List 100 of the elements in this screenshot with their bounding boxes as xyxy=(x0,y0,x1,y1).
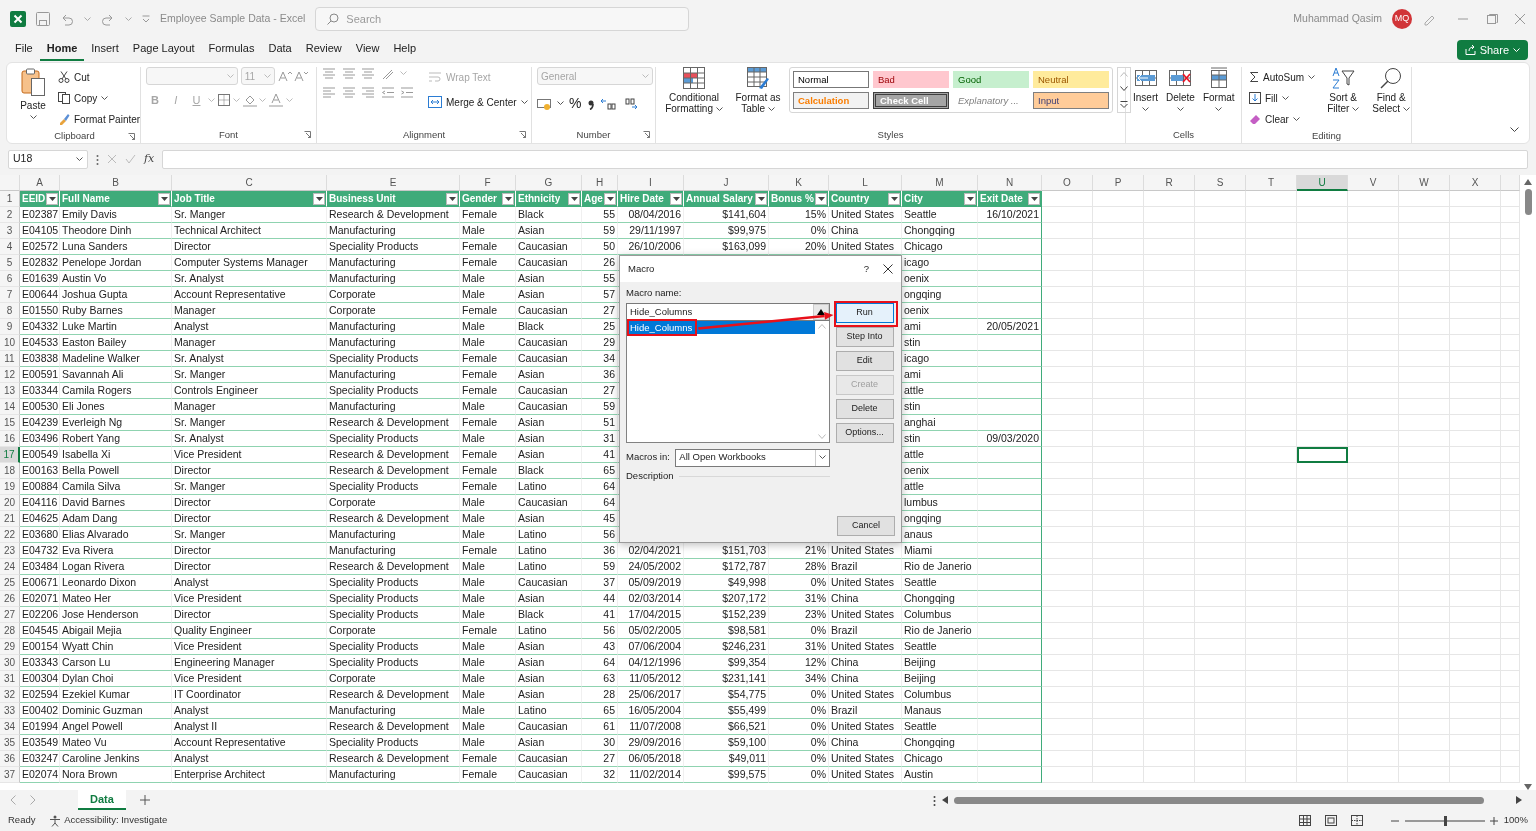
find-select-button[interactable]: Find & Select xyxy=(1369,67,1414,129)
percent-style-button[interactable]: % xyxy=(569,93,582,114)
row-number[interactable]: 35 xyxy=(0,735,20,751)
filter-button[interactable] xyxy=(888,192,900,205)
row-number[interactable]: 13 xyxy=(0,383,20,399)
column-header[interactable]: G xyxy=(516,175,582,191)
row-number[interactable]: 33 xyxy=(0,703,20,719)
row-number[interactable]: 34 xyxy=(0,719,20,735)
filter-button[interactable] xyxy=(46,192,58,205)
macro-name-field[interactable]: Hide_Columns xyxy=(626,303,830,321)
scroll-up-icon[interactable] xyxy=(1524,179,1532,185)
column-header[interactable]: K xyxy=(769,175,829,191)
cell-style[interactable]: Neutral xyxy=(1033,71,1109,88)
column-header[interactable]: E xyxy=(327,175,460,191)
accessibility-status[interactable]: Accessibility: Investigate xyxy=(64,813,168,828)
menu-tab[interactable]: Review xyxy=(298,39,349,61)
row-number[interactable]: 31 xyxy=(0,671,20,687)
row-number[interactable]: 10 xyxy=(0,335,20,351)
menu-tab[interactable]: Insert xyxy=(84,39,126,61)
increase-decimal-icon[interactable] xyxy=(600,97,617,110)
menu-tab[interactable]: Page Layout xyxy=(125,39,202,61)
macro-list-item[interactable]: Hide_Columns xyxy=(627,321,815,334)
column-header[interactable]: A xyxy=(20,175,60,191)
dialog-launcher-icon[interactable] xyxy=(519,131,526,138)
cells-button[interactable]: Format xyxy=(1200,67,1237,127)
row-number[interactable]: 24 xyxy=(0,559,20,575)
dialog-button[interactable]: Options... xyxy=(835,423,894,443)
format-painter-button[interactable]: Format Painter xyxy=(56,109,143,129)
restore-icon[interactable] xyxy=(1485,13,1498,25)
filter-button[interactable] xyxy=(964,192,976,205)
column-header[interactable]: L xyxy=(829,175,902,191)
row-number[interactable]: 36 xyxy=(0,751,20,767)
filter-button[interactable] xyxy=(568,192,580,205)
collapse-ribbon-icon[interactable] xyxy=(1510,127,1519,133)
filter-button[interactable] xyxy=(755,192,767,205)
column-header[interactable]: M xyxy=(902,175,978,191)
row-number[interactable]: 11 xyxy=(0,351,20,367)
row-number[interactable]: 6 xyxy=(0,271,20,287)
currency-icon[interactable] xyxy=(537,97,551,110)
scroll-right-icon[interactable] xyxy=(1516,796,1522,804)
redo-icon[interactable] xyxy=(101,12,115,26)
insert-function-button[interactable]: fx xyxy=(144,150,155,168)
row-number[interactable]: 23 xyxy=(0,543,20,559)
row-number[interactable]: 4 xyxy=(0,239,20,255)
row-number[interactable]: 30 xyxy=(0,655,20,671)
font-color-icon[interactable] xyxy=(269,93,283,107)
user-avatar[interactable]: MQ xyxy=(1392,9,1412,29)
row-number[interactable]: 26 xyxy=(0,591,20,607)
column-header[interactable]: U xyxy=(1297,175,1348,191)
row-number[interactable]: 17 xyxy=(0,447,20,463)
copy-button[interactable]: Copy xyxy=(56,88,143,108)
row-number[interactable]: 25 xyxy=(0,575,20,591)
sort-filter-button[interactable]: Sort & Filter xyxy=(1321,67,1366,129)
row-number[interactable]: 14 xyxy=(0,399,20,415)
page-break-view-icon[interactable] xyxy=(1351,815,1364,826)
scrollbar-thumb[interactable] xyxy=(1524,189,1532,215)
column-header[interactable]: T xyxy=(1246,175,1297,191)
column-header[interactable]: F xyxy=(460,175,516,191)
row-number[interactable]: 37 xyxy=(0,767,20,783)
zoom-level[interactable]: 100% xyxy=(1503,813,1528,828)
dialog-button[interactable]: Edit xyxy=(835,351,894,371)
row-number[interactable]: 16 xyxy=(0,431,20,447)
help-button[interactable]: ? xyxy=(863,261,869,277)
font-name-field[interactable] xyxy=(146,67,238,85)
menu-tab[interactable]: Data xyxy=(261,39,299,61)
menu-tab[interactable]: Home xyxy=(39,39,85,61)
menu-tab[interactable]: Formulas xyxy=(201,39,262,61)
undo-icon[interactable] xyxy=(60,12,74,26)
normal-view-icon[interactable] xyxy=(1299,815,1312,826)
dialog-launcher-icon[interactable] xyxy=(304,131,311,138)
row-number[interactable]: 22 xyxy=(0,527,20,543)
column-header[interactable]: I xyxy=(618,175,684,191)
column-header[interactable]: X xyxy=(1450,175,1501,191)
paste-button[interactable]: Paste xyxy=(14,67,52,129)
column-header[interactable]: W xyxy=(1399,175,1450,191)
customize-icon[interactable] xyxy=(142,15,150,23)
column-header[interactable]: R xyxy=(1144,175,1195,191)
share-button[interactable]: Share xyxy=(1456,40,1528,60)
scroll-left-icon[interactable] xyxy=(942,796,948,804)
filter-button[interactable] xyxy=(446,192,458,205)
filter-button[interactable] xyxy=(670,192,682,205)
page-layout-view-icon[interactable] xyxy=(1325,815,1338,826)
scrollbar-thumb[interactable] xyxy=(954,796,1484,804)
column-header[interactable]: H xyxy=(582,175,618,191)
cells-button[interactable]: Insert xyxy=(1131,67,1160,127)
menu-tab[interactable]: Help xyxy=(386,39,424,61)
filter-button[interactable] xyxy=(158,192,170,205)
dialog-launcher-icon[interactable] xyxy=(643,131,650,138)
cut-button[interactable]: Cut xyxy=(56,67,143,87)
fill-color-icon[interactable] xyxy=(242,93,257,107)
cell-style[interactable]: Bad xyxy=(873,71,949,88)
row-number[interactable]: 29 xyxy=(0,639,20,655)
row-number[interactable]: 28 xyxy=(0,623,20,639)
filter-button[interactable] xyxy=(502,192,514,205)
cell-style[interactable]: Input xyxy=(1033,92,1109,109)
grow-font-icon[interactable] xyxy=(277,70,292,82)
dialog-button[interactable]: Delete xyxy=(835,399,894,419)
more-icon[interactable] xyxy=(1120,100,1128,108)
column-header[interactable]: C xyxy=(172,175,327,191)
name-box[interactable]: U18 xyxy=(8,149,88,169)
